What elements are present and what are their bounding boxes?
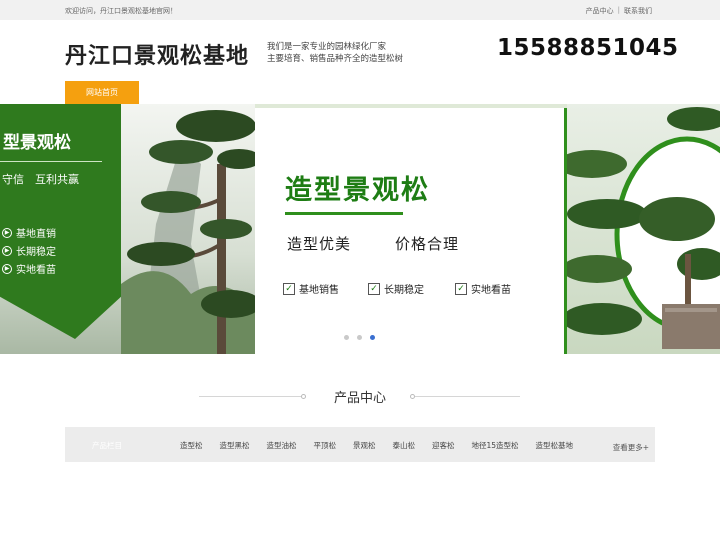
banner-card-title: 造型景观松 [285,175,430,206]
checkbox-checked-icon: ✓ [455,282,467,295]
top-link-contact[interactable]: 联系我们 [624,6,652,16]
nav-home-button[interactable]: 网站首页 [65,81,139,104]
top-links: 产品中心 | 联系我们 [586,6,652,16]
pine-tree-left-image [121,110,255,354]
banner-feature-item: ▶ 长期稳定 [2,243,56,258]
banner-card-subtitle-2: 价格合理 [395,235,460,253]
top-link-separator: | [617,6,620,14]
hero-banner[interactable]: 型景观松 守信 互利共赢 ▶ 基地直销 ▶ 长期稳定 ▶ 实地看苗 造型景观松 … [0,104,720,354]
banner-check-item: ✓ 实地看苗 [455,281,511,296]
category-link[interactable]: 迎客松 [432,440,455,451]
top-link-products[interactable]: 产品中心 [586,6,614,16]
banner-feature-label: 实地看苗 [16,265,56,276]
tagline-line-1: 我们是一家专业的园林绿化厂家 [267,42,387,52]
top-bar: 欢迎访问，丹江口景观松基地官网！ 产品中心 | 联系我们 [0,0,720,20]
pine-tree-right-image [567,107,720,349]
banner-feature-item: ▶ 基地直销 [2,225,56,240]
section-title-products: 产品中心 [333,391,386,406]
checkbox-checked-icon: ✓ [283,282,295,295]
site-title[interactable]: 丹江口景观松基地 [65,38,249,70]
banner-check-label: 基地销售 [299,285,339,296]
play-arrow-icon: ▶ [2,245,12,256]
category-list: 造型松 造型黑松 造型油松 平顶松 景观松 泰山松 迎客松 地径15造型松 造型… [180,440,590,451]
view-more-link[interactable]: 查看更多+ [613,442,649,453]
category-link[interactable]: 地径15造型松 [472,440,519,451]
banner-panel-slogan: 守信 互利共赢 [2,173,79,186]
banner-panel-divider [0,161,102,162]
banner-feature-label: 基地直销 [16,229,56,240]
slider-dot[interactable] [357,335,362,340]
slider-pagination [344,335,375,340]
category-link[interactable]: 泰山松 [393,440,416,451]
banner-check-item: ✓ 长期稳定 [368,281,424,296]
category-link[interactable]: 造型黑松 [220,440,250,451]
welcome-text: 欢迎访问，丹江口景观松基地官网！ [65,7,177,15]
category-link[interactable]: 造型松基地 [536,440,574,451]
category-link[interactable]: 景观松 [353,440,376,451]
category-bar-label: 产品栏目 [92,441,122,450]
banner-panel-title: 型景观松 [3,133,71,153]
banner-promo-card: 造型景观松 造型优美 价格合理 ✓ 基地销售 ✓ 长期稳定 ✓ 实地看苗 [255,108,567,354]
phone-number: 15588851045 [497,35,679,61]
banner-feature-label: 长期稳定 [16,247,56,258]
banner-check-item: ✓ 基地销售 [283,281,339,296]
product-category-bar: 产品栏目 造型松 造型黑松 造型油松 平顶松 景观松 泰山松 迎客松 地径15造… [65,427,655,462]
category-link[interactable]: 平顶松 [314,440,337,451]
banner-card-subtitle-1: 造型优美 [287,235,352,253]
banner-card-underline [285,212,403,215]
category-link[interactable]: 造型油松 [267,440,297,451]
checkbox-checked-icon: ✓ [368,282,380,295]
category-link[interactable]: 造型松 [180,440,203,451]
tagline: 我们是一家专业的园林绿化厂家 主要培育、销售品种齐全的造型松树 [267,41,403,65]
banner-check-label: 长期稳定 [384,285,424,296]
play-arrow-icon: ▶ [2,227,12,238]
banner-green-panel: 型景观松 守信 互利共赢 ▶ 基地直销 ▶ 长期稳定 ▶ 实地看苗 [0,104,121,339]
slider-dot[interactable] [344,335,349,340]
play-arrow-icon: ▶ [2,263,12,274]
banner-check-label: 实地看苗 [471,285,511,296]
tagline-line-2: 主要培育、销售品种齐全的造型松树 [267,54,404,64]
slider-dot-active[interactable] [370,335,375,340]
section-title-line-right [415,396,520,397]
banner-feature-item: ▶ 实地看苗 [2,261,56,276]
